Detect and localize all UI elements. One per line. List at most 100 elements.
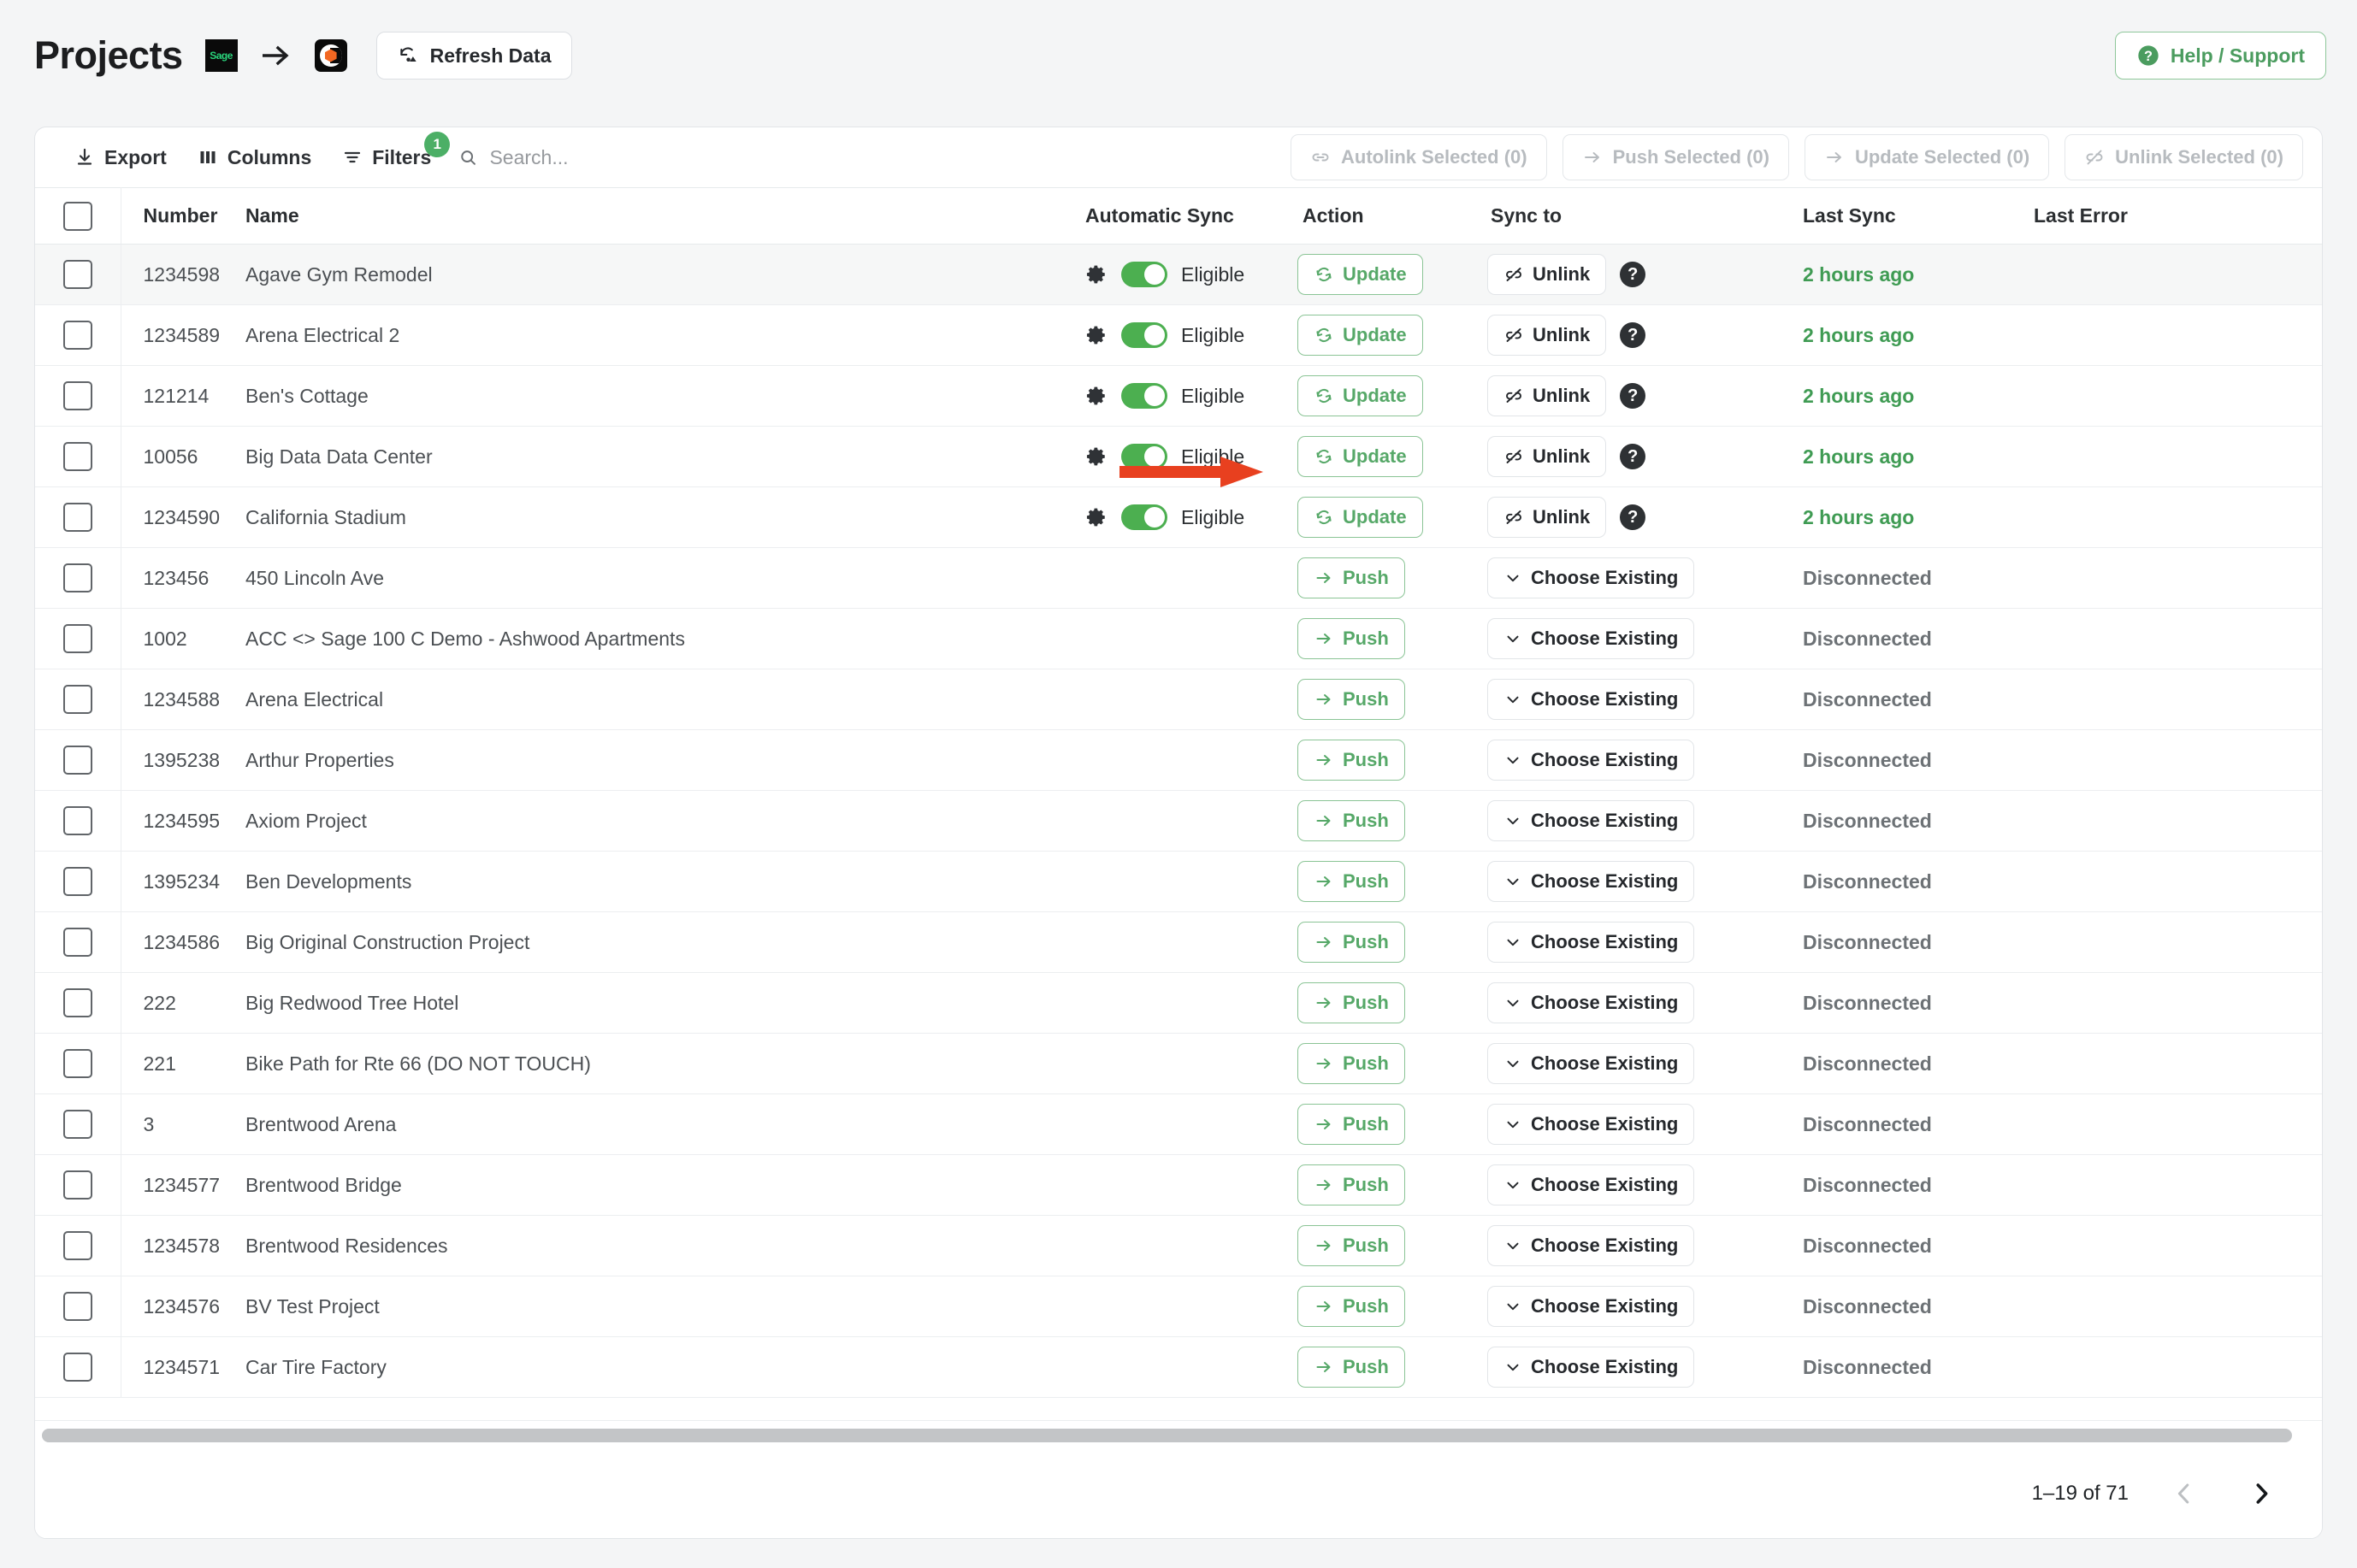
push-button[interactable]: Push xyxy=(1297,1164,1405,1205)
sync-help-icon[interactable]: ? xyxy=(1620,504,1646,530)
push-button[interactable]: Push xyxy=(1297,740,1405,781)
choose-existing-button[interactable]: Choose Existing xyxy=(1487,1347,1695,1388)
table-row[interactable]: 1234598 Agave Gym Remodel Eligible Updat… xyxy=(35,244,2322,305)
push-button[interactable]: Push xyxy=(1297,1347,1405,1388)
push-button[interactable]: Push xyxy=(1297,800,1405,841)
automatic-sync-control[interactable]: Eligible xyxy=(856,383,1284,409)
row-select-cell[interactable] xyxy=(35,486,121,548)
push-button[interactable]: Push xyxy=(1297,679,1405,720)
table-row[interactable]: 1234595 Axiom Project Push Choose Existi… xyxy=(35,790,2322,852)
gear-icon[interactable] xyxy=(1085,445,1108,468)
refresh-data-button[interactable]: Refresh Data xyxy=(375,32,573,80)
table-row[interactable]: 1234588 Arena Electrical Push Choose Exi… xyxy=(35,669,2322,730)
table-row[interactable]: 222 Big Redwood Tree Hotel Push Choose E… xyxy=(35,972,2322,1034)
row-checkbox[interactable] xyxy=(62,1110,92,1139)
next-page-button[interactable] xyxy=(2240,1476,2283,1512)
table-row[interactable]: 1234577 Brentwood Bridge Push Choose Exi… xyxy=(35,1154,2322,1216)
automatic-sync-control[interactable]: Eligible xyxy=(856,504,1284,530)
push-selected-button[interactable]: Push Selected (0) xyxy=(1562,134,1789,180)
row-select-cell[interactable] xyxy=(35,972,121,1034)
autolink-selected-button[interactable]: Autolink Selected (0) xyxy=(1291,134,1547,180)
header-automatic-sync[interactable]: Automatic Sync xyxy=(856,187,1284,245)
row-select-cell[interactable] xyxy=(35,1336,121,1398)
row-checkbox[interactable] xyxy=(62,624,92,653)
row-select-cell[interactable] xyxy=(35,426,121,487)
push-button[interactable]: Push xyxy=(1297,1225,1405,1266)
row-checkbox[interactable] xyxy=(62,1049,92,1078)
help-support-button[interactable]: ? Help / Support xyxy=(2114,32,2326,80)
header-last-sync[interactable]: Last Sync xyxy=(1784,187,2015,245)
choose-existing-button[interactable]: Choose Existing xyxy=(1487,922,1695,963)
unlink-button[interactable]: Unlink xyxy=(1487,436,1607,477)
sync-help-icon[interactable]: ? xyxy=(1620,322,1646,348)
update-button[interactable]: Update xyxy=(1297,436,1423,477)
automatic-sync-toggle[interactable] xyxy=(1121,444,1167,469)
row-select-cell[interactable] xyxy=(35,669,121,730)
push-button[interactable]: Push xyxy=(1297,618,1405,659)
row-select-cell[interactable] xyxy=(35,729,121,791)
sync-help-icon[interactable]: ? xyxy=(1620,383,1646,409)
table-row[interactable]: 1234590 California Stadium Eligible Upda… xyxy=(35,486,2322,548)
row-checkbox[interactable] xyxy=(62,321,92,350)
sync-help-icon[interactable]: ? xyxy=(1620,262,1646,287)
previous-page-button[interactable] xyxy=(2163,1476,2206,1512)
row-select-cell[interactable] xyxy=(35,911,121,973)
table-row[interactable]: 1002 ACC <> Sage 100 C Demo - Ashwood Ap… xyxy=(35,608,2322,669)
choose-existing-button[interactable]: Choose Existing xyxy=(1487,1104,1695,1145)
table-row[interactable]: 1234571 Car Tire Factory Push Choose Exi… xyxy=(35,1336,2322,1398)
update-selected-button[interactable]: Update Selected (0) xyxy=(1804,134,2050,180)
table-row[interactable]: 1395238 Arthur Properties Push Choose Ex… xyxy=(35,729,2322,791)
row-checkbox[interactable] xyxy=(62,746,92,775)
choose-existing-button[interactable]: Choose Existing xyxy=(1487,618,1695,659)
row-checkbox[interactable] xyxy=(62,1170,92,1200)
row-checkbox[interactable] xyxy=(62,988,92,1017)
table-row[interactable]: 1234578 Brentwood Residences Push Choose… xyxy=(35,1215,2322,1276)
row-checkbox[interactable] xyxy=(62,928,92,957)
table-row[interactable]: 123456 450 Lincoln Ave Push Choose Exist… xyxy=(35,547,2322,609)
export-button[interactable]: Export xyxy=(59,137,182,178)
header-name[interactable]: Name xyxy=(240,187,856,245)
automatic-sync-control[interactable]: Eligible xyxy=(856,444,1284,469)
choose-existing-button[interactable]: Choose Existing xyxy=(1487,740,1695,781)
update-button[interactable]: Update xyxy=(1297,315,1423,356)
automatic-sync-toggle[interactable] xyxy=(1121,262,1167,287)
choose-existing-button[interactable]: Choose Existing xyxy=(1487,1286,1695,1327)
choose-existing-button[interactable]: Choose Existing xyxy=(1487,1225,1695,1266)
row-select-cell[interactable] xyxy=(35,1276,121,1337)
row-checkbox[interactable] xyxy=(62,1292,92,1321)
filters-button[interactable]: Filters 1 xyxy=(327,132,451,178)
gear-icon[interactable] xyxy=(1085,506,1108,528)
row-select-cell[interactable] xyxy=(35,1154,121,1216)
row-select-cell[interactable] xyxy=(35,1093,121,1155)
push-button[interactable]: Push xyxy=(1297,861,1405,902)
update-button[interactable]: Update xyxy=(1297,375,1423,416)
row-checkbox[interactable] xyxy=(62,1231,92,1260)
automatic-sync-control[interactable]: Eligible xyxy=(856,262,1284,287)
unlink-button[interactable]: Unlink xyxy=(1487,254,1607,295)
push-button[interactable]: Push xyxy=(1297,1043,1405,1084)
table-row[interactable]: 1234586 Big Original Construction Projec… xyxy=(35,911,2322,973)
header-last-error[interactable]: Last Error xyxy=(2015,187,2322,245)
gear-icon[interactable] xyxy=(1085,263,1108,286)
row-checkbox[interactable] xyxy=(62,260,92,289)
row-select-cell[interactable] xyxy=(35,304,121,366)
table-row[interactable]: 1234589 Arena Electrical 2 Eligible Upda… xyxy=(35,304,2322,366)
row-checkbox[interactable] xyxy=(62,381,92,410)
row-select-cell[interactable] xyxy=(35,244,121,305)
horizontal-scrollbar[interactable] xyxy=(35,1420,2322,1449)
push-button[interactable]: Push xyxy=(1297,1286,1405,1327)
unlink-button[interactable]: Unlink xyxy=(1487,315,1607,356)
push-button[interactable]: Push xyxy=(1297,922,1405,963)
row-select-cell[interactable] xyxy=(35,1033,121,1094)
automatic-sync-control[interactable]: Eligible xyxy=(856,322,1284,348)
unlink-selected-button[interactable]: Unlink Selected (0) xyxy=(2065,134,2303,180)
table-row[interactable]: 10056 Big Data Data Center Eligible Upda… xyxy=(35,426,2322,487)
row-select-cell[interactable] xyxy=(35,365,121,427)
table-row[interactable]: 221 Bike Path for Rte 66 (DO NOT TOUCH) … xyxy=(35,1033,2322,1094)
choose-existing-button[interactable]: Choose Existing xyxy=(1487,679,1695,720)
row-checkbox[interactable] xyxy=(62,503,92,532)
automatic-sync-toggle[interactable] xyxy=(1121,383,1167,409)
choose-existing-button[interactable]: Choose Existing xyxy=(1487,1043,1695,1084)
row-checkbox[interactable] xyxy=(62,867,92,896)
choose-existing-button[interactable]: Choose Existing xyxy=(1487,861,1695,902)
